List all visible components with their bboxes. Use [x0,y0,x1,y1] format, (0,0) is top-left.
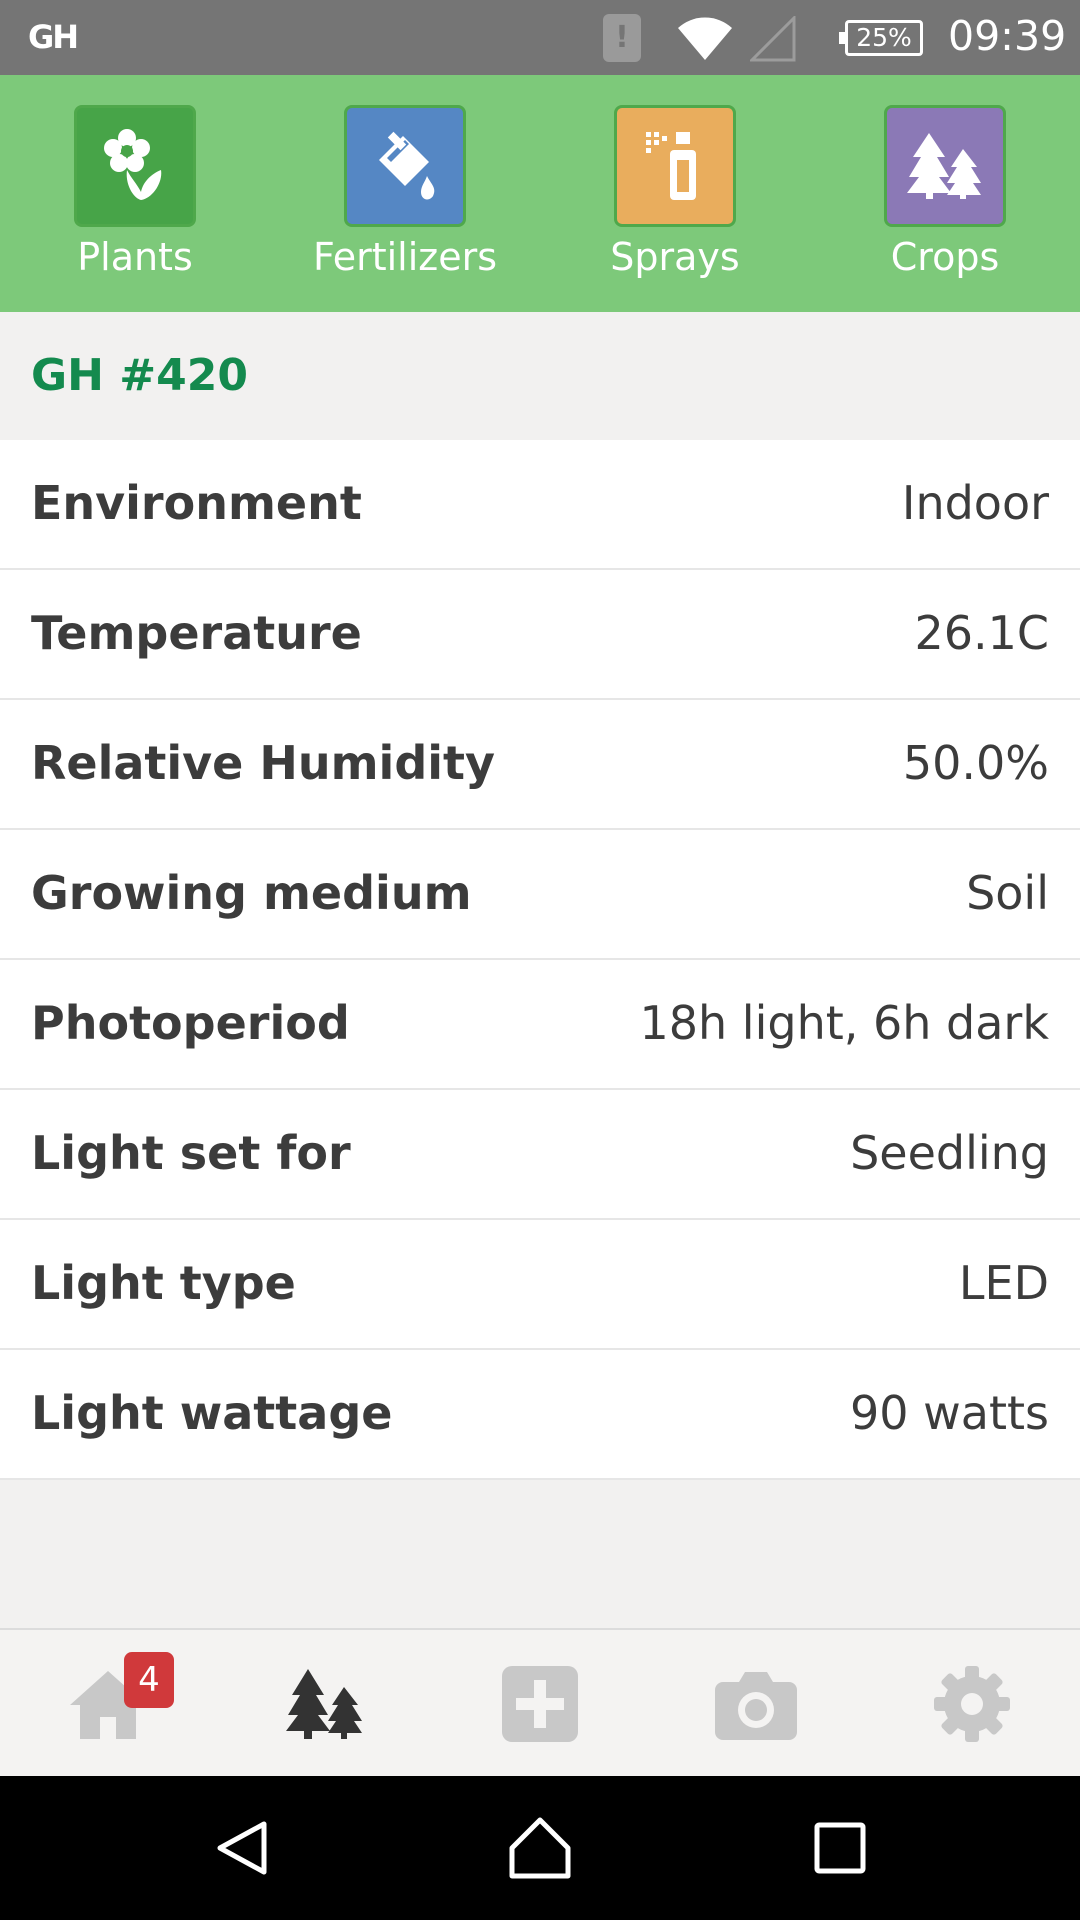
alert-icon: ! [603,14,641,62]
notification-badge: 4 [124,1652,174,1708]
status-bar: GH ! 25% 09:39 [0,0,1080,75]
home-button[interactable] [480,1776,600,1920]
back-icon [217,1821,267,1875]
nav-plants[interactable]: Plants [35,105,235,279]
clock: 09:39 [948,12,1067,60]
detail-row-humidity: Relative Humidity 50.0% [0,700,1080,830]
detail-value: Indoor [901,476,1049,530]
recents-icon [814,1822,866,1874]
tab-crops[interactable] [216,1630,432,1778]
detail-label: Photoperiod [31,996,350,1050]
nav-plants-label: Plants [77,235,193,279]
detail-value: Soil [966,866,1049,920]
tab-home[interactable]: 4 [0,1630,216,1778]
detail-value: 50.0% [902,736,1049,790]
spray-bottle-icon [614,105,736,227]
nav-sprays[interactable]: Sprays [575,105,775,279]
detail-label: Growing medium [31,866,472,920]
detail-value: LED [958,1256,1049,1310]
detail-value: 90 watts [849,1386,1049,1440]
battery-icon: 25% [839,20,923,56]
trees-icon [884,105,1006,227]
greenhouse-details: Environment Indoor Temperature 26.1C Rel… [0,440,1080,1480]
back-button[interactable] [182,1776,302,1920]
detail-label: Environment [31,476,362,530]
detail-value: Seedling [850,1126,1049,1180]
detail-label: Relative Humidity [31,736,495,790]
nav-crops[interactable]: Crops [845,105,1045,279]
nav-crops-label: Crops [890,235,1000,279]
bottom-tab-bar: 4 [0,1628,1080,1778]
home-nav-icon [509,1817,571,1879]
detail-row-light-wattage: Light wattage 90 watts [0,1350,1080,1480]
signal-icon [750,16,796,62]
paint-bucket-icon [344,105,466,227]
detail-value: 18h light, 6h dark [639,996,1050,1050]
detail-label: Light set for [31,1126,351,1180]
gear-icon [934,1666,1010,1742]
detail-row-light-set-for: Light set for Seedling [0,1090,1080,1220]
detail-row-environment: Environment Indoor [0,440,1080,570]
detail-label: Temperature [31,606,362,660]
trees-icon [286,1669,362,1739]
category-nav: Plants Fertilizers Sprays Crops [0,75,1080,312]
system-nav-bar [0,1776,1080,1920]
nav-sprays-label: Sprays [610,235,740,279]
detail-row-growing-medium: Growing medium Soil [0,830,1080,960]
detail-row-temperature: Temperature 26.1C [0,570,1080,700]
camera-icon [715,1672,797,1740]
app-logo: GH [28,18,79,56]
detail-row-light-type: Light type LED [0,1220,1080,1350]
tab-camera[interactable] [648,1630,864,1778]
detail-label: Light wattage [31,1386,393,1440]
wifi-icon [678,17,732,60]
tab-settings[interactable] [864,1630,1080,1778]
detail-label: Light type [31,1256,296,1310]
detail-row-photoperiod: Photoperiod 18h light, 6h dark [0,960,1080,1090]
detail-value: 26.1C [914,606,1049,660]
nav-fertilizers-label: Fertilizers [312,235,498,279]
page-title: GH #420 [31,350,248,401]
recents-button[interactable] [780,1776,900,1920]
greenhouse-header: GH #420 [0,312,1080,440]
nav-fertilizers[interactable]: Fertilizers [305,105,505,279]
flower-icon [74,105,196,227]
tab-add[interactable] [432,1630,648,1778]
plus-icon [502,1666,578,1742]
